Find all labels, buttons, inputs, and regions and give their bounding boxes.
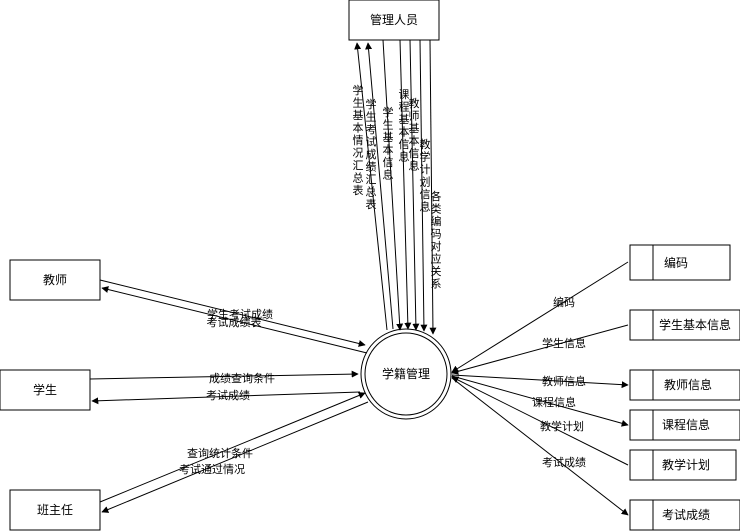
store-teaching-plan[interactable]: 教学计划 bbox=[629, 449, 737, 481]
entity-teacher-label: 教师 bbox=[43, 272, 67, 287]
label-store-plan: 教学计划 bbox=[540, 419, 584, 433]
dfd-diagram: 学籍管理 管理人员 教师 学生 班主任 编码 学生基本信息 教师信息 课程信息 bbox=[0, 0, 740, 531]
vlabel-admin-in-5-text: 各类编码对应关系 bbox=[431, 189, 442, 291]
vlabel-admin-in-1: 学生基本信息 bbox=[383, 105, 394, 182]
vlabel-admin-in-4: 教学计划信息 bbox=[420, 138, 431, 214]
store-student-info-label: 学生基本信息 bbox=[659, 317, 731, 332]
flow-store-code bbox=[451, 261, 629, 373]
vlabel-admin-out-1-text: 学生基本情况汇总表 bbox=[353, 83, 364, 197]
label-store-course: 课程信息 bbox=[532, 395, 576, 409]
label-store-student: 学生信息 bbox=[542, 336, 586, 350]
vlabel-admin-out-1: 学生基本情况汇总表 bbox=[353, 83, 364, 197]
label-teacher-out: 考试成绩表 bbox=[207, 315, 262, 329]
label-store-score: 考试成绩 bbox=[542, 456, 586, 469]
vlabel-admin-out-2: 学生考试成绩汇总表 bbox=[366, 97, 377, 211]
entity-admin-label: 管理人员 bbox=[370, 12, 418, 27]
store-course-info[interactable]: 课程信息 bbox=[629, 409, 740, 441]
label-head-in: 查询统计条件 bbox=[187, 446, 253, 460]
flow-admin-in-1 bbox=[382, 39, 404, 331]
entity-admin[interactable]: 管理人员 bbox=[348, 0, 440, 41]
entity-head-teacher-label: 班主任 bbox=[37, 503, 73, 517]
entity-head-teacher[interactable]: 班主任 bbox=[9, 489, 101, 531]
store-teacher-info-label: 教师信息 bbox=[664, 377, 712, 392]
flow-admin-in-2 bbox=[399, 39, 412, 330]
label-store-teacher: 教师信息 bbox=[542, 374, 586, 388]
store-exam-score-label: 考试成绩 bbox=[662, 507, 710, 522]
label-head-out: 考试通过情况 bbox=[179, 463, 245, 476]
label-student-in: 成绩查询条件 bbox=[209, 371, 275, 385]
entity-student-label: 学生 bbox=[33, 382, 57, 397]
store-course-info-label: 课程信息 bbox=[662, 417, 710, 432]
label-store-code: 编码 bbox=[553, 295, 575, 309]
store-code[interactable]: 编码 bbox=[629, 244, 731, 281]
entity-student[interactable]: 学生 bbox=[0, 369, 91, 411]
vlabel-admin-in-5: 各类编码对应关系 bbox=[431, 189, 442, 291]
label-student-out: 考试成绩 bbox=[206, 389, 250, 402]
store-teacher-info[interactable]: 教师信息 bbox=[629, 369, 740, 401]
vlabel-admin-out-2-text: 学生考试成绩汇总表 bbox=[366, 97, 377, 211]
vlabel-admin-in-1-text: 学生基本信息 bbox=[383, 105, 394, 182]
entity-teacher[interactable]: 教师 bbox=[9, 259, 101, 301]
process-label: 学籍管理 bbox=[382, 366, 430, 381]
flow-store-student bbox=[451, 324, 629, 375]
vlabel-admin-in-3-text: 教师基本信息 bbox=[409, 97, 420, 173]
store-student-info[interactable]: 学生基本信息 bbox=[629, 309, 740, 341]
store-code-label: 编码 bbox=[664, 255, 688, 270]
process-circle[interactable]: 学籍管理 bbox=[360, 328, 452, 420]
vlabel-admin-in-3: 教师基本信息 bbox=[409, 97, 420, 173]
store-teaching-plan-label: 教学计划 bbox=[662, 457, 710, 472]
vlabel-admin-in-4-text: 教学计划信息 bbox=[420, 138, 431, 214]
store-exam-score[interactable]: 考试成绩 bbox=[629, 499, 740, 531]
flow-admin-in-3 bbox=[409, 39, 420, 331]
